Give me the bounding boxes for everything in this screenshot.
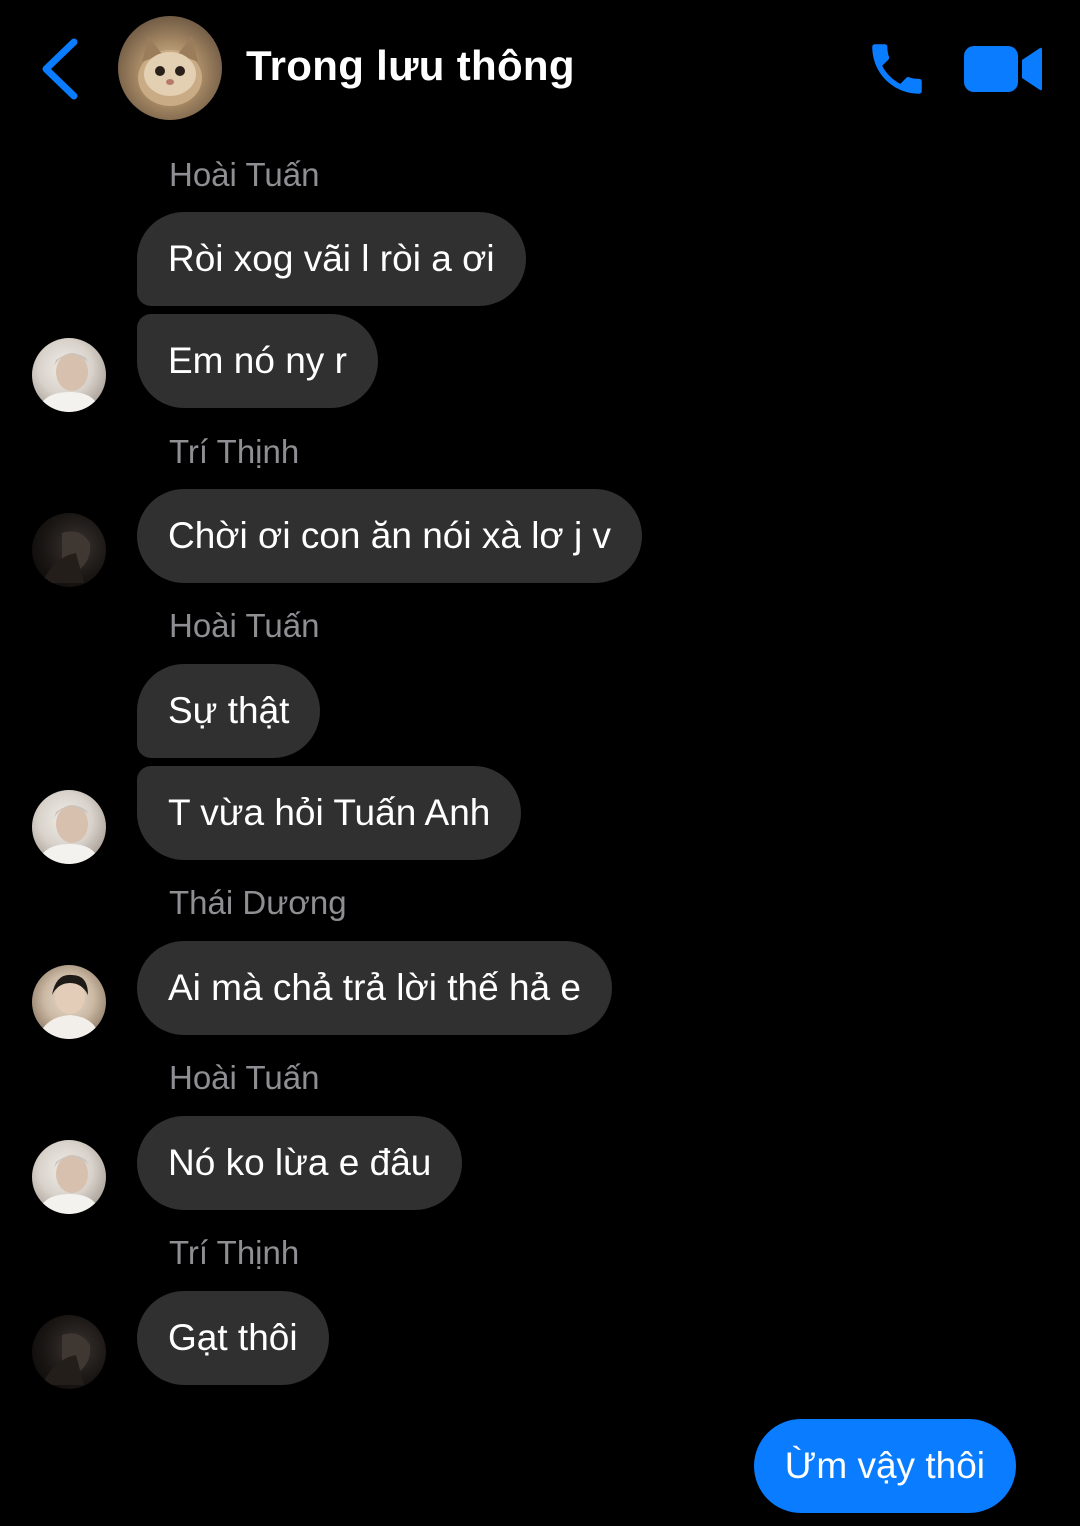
message-bubble[interactable]: Gạt thôi — [137, 1291, 329, 1385]
sender-name: Hoài Tuấn — [169, 1059, 320, 1096]
avatar[interactable] — [32, 1140, 106, 1214]
phone-icon — [872, 44, 922, 94]
video-camera-icon — [964, 46, 1042, 92]
avatar[interactable] — [32, 965, 106, 1039]
avatar[interactable] — [32, 790, 106, 864]
chat-title[interactable]: Trong lưu thông — [246, 42, 575, 90]
person-photo-icon — [38, 353, 100, 412]
person-photo-icon — [38, 974, 100, 1039]
message-bubble[interactable]: Sự thật — [137, 664, 321, 758]
chat-header: Trong lưu thông — [0, 0, 1080, 140]
sender-name: Trí Thịnh — [169, 433, 300, 470]
person-photo-icon — [42, 1333, 91, 1385]
group-avatar[interactable] — [118, 16, 222, 120]
message-bubble[interactable]: Chời ơi con ăn nói xà lơ j v — [137, 489, 642, 583]
call-button[interactable] — [864, 36, 930, 102]
message-bubble[interactable]: Em nó ny r — [137, 314, 378, 408]
message-bubble[interactable]: Ai mà chả trả lời thế hả e — [137, 941, 612, 1035]
sender-name: Trí Thịnh — [169, 1234, 300, 1271]
avatar[interactable] — [32, 1315, 106, 1389]
sender-name: Thái Dương — [169, 884, 347, 921]
person-photo-icon — [42, 531, 91, 583]
video-call-button[interactable] — [962, 40, 1044, 98]
person-photo-icon — [38, 805, 100, 864]
sender-name: Hoài Tuấn — [169, 156, 320, 193]
outgoing-message-bubble[interactable]: Ừm vậy thôi — [753, 1419, 1016, 1513]
cat-photo-icon — [138, 36, 202, 106]
chevron-left-icon — [42, 38, 78, 100]
person-photo-icon — [38, 1155, 100, 1214]
message-bubble[interactable]: T vừa hỏi Tuấn Anh — [137, 766, 522, 860]
avatar[interactable] — [32, 338, 106, 412]
back-button[interactable] — [30, 36, 90, 102]
avatar[interactable] — [32, 513, 106, 587]
sender-name: Hoài Tuấn — [169, 607, 320, 644]
message-bubble[interactable]: Nó ko lừa e đâu — [137, 1116, 463, 1210]
message-bubble[interactable]: Ròi xog vãi l ròi a ơi — [137, 212, 526, 306]
